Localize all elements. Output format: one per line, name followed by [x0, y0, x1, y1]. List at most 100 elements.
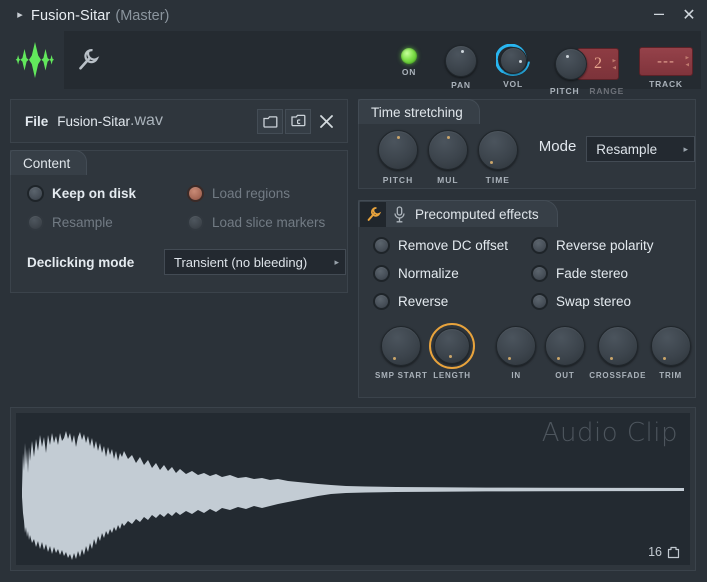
pitch-stretch-control[interactable]: PITCH — [373, 130, 423, 185]
radio-icon[interactable] — [531, 265, 548, 282]
radio-icon[interactable] — [187, 185, 204, 202]
pitch-label: PITCH — [549, 86, 580, 96]
time-stretching-panel: Time stretching PITCH MUL TIME Mode Resa… — [358, 99, 696, 189]
expand-arrow-icon[interactable]: ▸ — [9, 10, 31, 21]
declicking-mode-value: Transient (no bleeding) — [174, 254, 308, 270]
length-control[interactable]: LENGTH — [428, 323, 477, 380]
mode-dropdown[interactable]: Resample ▸ — [586, 136, 695, 162]
radio-icon[interactable] — [531, 293, 548, 310]
in-knob[interactable] — [496, 326, 537, 366]
option-load-slice-markers[interactable]: Load slice markers — [187, 214, 347, 231]
option-label: Load regions — [212, 186, 291, 201]
clip-count-value: 16 — [648, 545, 662, 559]
declicking-mode-dropdown[interactable]: Transient (no bleeding) ▸ — [164, 249, 346, 275]
time-control[interactable]: TIME — [473, 130, 523, 185]
close-x-icon[interactable] — [313, 109, 339, 134]
effect-label: Reverse polarity — [556, 238, 654, 253]
pan-control[interactable]: PAN — [435, 31, 487, 90]
radio-icon[interactable] — [373, 237, 390, 254]
on-led-icon[interactable] — [401, 48, 417, 64]
in-control[interactable]: IN — [492, 326, 541, 380]
track-label: TRACK — [649, 79, 683, 89]
waveform-logo-icon[interactable] — [6, 31, 64, 89]
fl-studio-audio-clip-window: ▸ Fusion-Sitar (Master) – ✕ ON PAN VOL 2… — [0, 0, 707, 582]
radio-icon[interactable] — [27, 185, 44, 202]
wrench-icon[interactable] — [360, 201, 386, 227]
vol-knob[interactable] — [496, 44, 530, 76]
content-panel: Content Keep on disk Load regions Resamp… — [10, 150, 348, 293]
effect-reverse-polarity[interactable]: Reverse polarity — [531, 237, 689, 254]
trim-control[interactable]: TRIM — [646, 326, 695, 380]
option-label: Load slice markers — [212, 215, 326, 230]
time-knob[interactable] — [477, 130, 518, 170]
track-display[interactable]: --- ▸ ◂ — [639, 47, 693, 76]
option-keep-on-disk[interactable]: Keep on disk — [27, 185, 187, 202]
mul-knob[interactable] — [427, 130, 468, 170]
effect-label: Swap stereo — [556, 294, 632, 309]
option-label: Resample — [52, 215, 113, 230]
waveform-display[interactable]: Audio Clip 16 — [16, 413, 690, 565]
vol-control[interactable]: VOL — [487, 31, 539, 89]
length-knob[interactable] — [429, 323, 476, 369]
effect-remove-dc-offset[interactable]: Remove DC offset — [373, 237, 531, 254]
option-load-regions[interactable]: Load regions — [187, 185, 347, 202]
radio-icon[interactable] — [187, 214, 204, 231]
close-icon[interactable]: ✕ — [677, 4, 701, 28]
effect-fade-stereo[interactable]: Fade stereo — [531, 265, 689, 282]
track-control[interactable]: --- ▸ ◂ TRACK — [635, 31, 697, 89]
effect-normalize[interactable]: Normalize — [373, 265, 531, 282]
file-name: Fusion-Sitar — [57, 113, 131, 129]
range-label: RANGE — [589, 86, 625, 96]
option-label: Keep on disk — [52, 186, 137, 201]
minimize-icon[interactable]: – — [647, 4, 671, 28]
smp-start-knob[interactable] — [381, 326, 422, 366]
wrench-icon[interactable] — [64, 31, 112, 89]
smp-start-label: SMP START — [375, 371, 428, 380]
folder-icon[interactable] — [257, 108, 283, 134]
chevron-right-icon[interactable]: ▸ — [334, 257, 339, 268]
microphone-icon[interactable] — [389, 205, 409, 223]
crossfade-label: CROSSFADE — [589, 371, 647, 380]
out-label: OUT — [555, 371, 575, 380]
effect-label: Reverse — [398, 294, 449, 309]
effect-swap-stereo[interactable]: Swap stereo — [531, 293, 689, 310]
radio-icon[interactable] — [531, 237, 548, 254]
on-control[interactable]: ON — [383, 31, 435, 89]
waveform-panel[interactable]: Audio Clip 16 — [10, 407, 696, 571]
trim-label: TRIM — [659, 371, 683, 380]
radio-icon[interactable] — [373, 265, 390, 282]
channel-controls: ON PAN VOL 2 ▸ ◂ PITCH RANGE --- ▸ ◂ TRA… — [383, 31, 697, 96]
channel-toolbar: ON PAN VOL 2 ▸ ◂ PITCH RANGE --- ▸ ◂ TRA… — [6, 31, 701, 96]
track-spinner-icon[interactable]: ▸ ◂ — [685, 54, 690, 68]
option-resample[interactable]: Resample — [27, 214, 187, 231]
smp-start-control[interactable]: SMP START — [375, 326, 428, 380]
time-label: TIME — [485, 175, 510, 185]
pitch-knob[interactable] — [555, 48, 587, 80]
chevron-right-icon[interactable]: ▸ — [683, 144, 688, 155]
radio-icon[interactable] — [373, 293, 390, 310]
pan-label: PAN — [451, 80, 471, 90]
mul-control[interactable]: MUL — [423, 130, 473, 185]
pitch-stretch-knob[interactable] — [377, 130, 418, 170]
audio-clip-watermark: Audio Clip — [541, 418, 678, 448]
range-spinner-icon[interactable]: ▸ ◂ — [612, 57, 616, 71]
time-stretching-tab[interactable]: Time stretching — [358, 99, 480, 124]
clip-icon[interactable] — [667, 546, 680, 559]
radio-icon[interactable] — [27, 214, 44, 231]
effect-label: Normalize — [398, 266, 459, 281]
length-label: LENGTH — [433, 371, 471, 380]
effect-reverse[interactable]: Reverse — [373, 293, 531, 310]
pan-knob[interactable] — [445, 45, 477, 77]
crossfade-control[interactable]: CROSSFADE — [589, 326, 646, 380]
crossfade-knob[interactable] — [597, 326, 638, 366]
precomputed-effects-tab[interactable]: Precomputed effects — [358, 200, 558, 227]
content-tab[interactable]: Content — [10, 150, 88, 175]
folder-save-icon[interactable] — [285, 108, 311, 134]
mode-value: Resample — [596, 141, 658, 157]
trim-knob[interactable] — [650, 326, 691, 366]
clip-count[interactable]: 16 — [648, 545, 680, 559]
out-knob[interactable] — [544, 326, 585, 366]
out-control[interactable]: OUT — [541, 326, 590, 380]
vol-label: VOL — [503, 79, 523, 89]
time-stretching-tab-label: Time stretching — [371, 104, 463, 120]
